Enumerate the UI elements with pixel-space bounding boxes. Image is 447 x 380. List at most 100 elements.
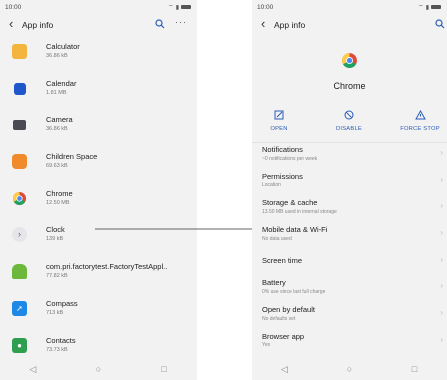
app-list-screen: 10:00 ⌔ ▮ ‹ App info ··· Calculator 36.8…: [0, 0, 197, 380]
setting-browser-app[interactable]: Browser app Yes ›: [252, 330, 447, 352]
page-title: App info: [274, 20, 306, 30]
app-name: Contacts: [46, 335, 76, 345]
nav-recent-icon[interactable]: □: [149, 364, 179, 374]
app-bar: ‹ App info ···: [0, 14, 197, 36]
app-size: 77.82 kB: [46, 273, 68, 280]
status-time: 10:00: [257, 4, 274, 11]
setting-notifications[interactable]: Notifications ~0 notifications per week …: [252, 143, 447, 165]
signal-icon: ▮: [425, 4, 429, 11]
app-name: Chrome: [333, 81, 366, 91]
force-stop-button[interactable]: FORCE STOP: [395, 109, 445, 132]
nav-home-icon[interactable]: ○: [335, 364, 365, 374]
setting-battery[interactable]: Battery 0% use since last full charge ›: [252, 276, 447, 298]
app-name: Clock: [46, 225, 65, 235]
app-name: Camera: [46, 115, 73, 125]
calendar-icon: [14, 82, 26, 95]
nav-recent-icon[interactable]: □: [400, 364, 430, 374]
app-row-compass[interactable]: ➚ Compass 713 kB: [0, 293, 197, 330]
setting-title: Storage & cache: [262, 198, 318, 208]
wifi-icon: ⌔: [418, 5, 424, 11]
status-icons: ⌔ ▮: [418, 3, 441, 11]
status-bar: 10:00 ⌔ ▮: [0, 0, 197, 14]
wifi-icon: ⌔: [168, 5, 174, 11]
chevron-right-icon: ›: [440, 334, 443, 344]
app-size: 73.73 kB: [46, 346, 68, 353]
app-size: 139 kB: [46, 236, 64, 243]
setting-open-by-default[interactable]: Open by default No defaults set ›: [252, 303, 447, 325]
setting-subtitle: Yes: [262, 342, 271, 349]
app-name: Chrome: [46, 188, 73, 198]
battery-icon: [431, 5, 441, 9]
clock-icon: ›: [12, 227, 27, 243]
signal-icon: ▮: [175, 4, 179, 11]
android-icon: [12, 264, 27, 280]
pointer-arrow: [95, 225, 265, 233]
setting-title: Notifications: [262, 145, 303, 154]
setting-title: Mobile data & Wi-Fi: [262, 225, 328, 235]
disable-label: DISABLE: [336, 126, 362, 132]
setting-subtitle: Location: [262, 182, 281, 189]
chevron-right-icon: ›: [440, 201, 443, 211]
open-button[interactable]: OPEN: [254, 110, 304, 132]
setting-title: Screen time: [262, 255, 303, 265]
chrome-icon: [12, 191, 27, 205]
setting-title: Battery: [262, 278, 286, 288]
search-icon[interactable]: [435, 19, 445, 29]
more-options-icon[interactable]: ···: [175, 17, 187, 27]
chevron-right-icon: ›: [440, 254, 443, 264]
compass-icon: ➚: [12, 300, 27, 316]
setting-storage[interactable]: Storage & cache 13.50 MB used in interna…: [252, 196, 447, 218]
force-stop-icon: [395, 109, 445, 123]
contacts-icon: ●: [12, 337, 27, 353]
app-row-chrome[interactable]: Chrome 12.50 MB: [0, 183, 197, 220]
setting-permissions[interactable]: Permissions Location ›: [252, 170, 447, 192]
app-row-factorytest[interactable]: com.pri.factorytest.FactoryTestAppl.. 77…: [0, 256, 197, 293]
back-arrow-icon[interactable]: ‹: [261, 17, 265, 30]
status-icons: ⌔ ▮: [168, 3, 191, 11]
app-size: 36.86 kB: [46, 53, 68, 59]
page-title: App info: [22, 20, 54, 30]
app-name: Children Space: [46, 152, 98, 162]
chevron-right-icon: ›: [440, 174, 443, 184]
disable-button[interactable]: DISABLE: [324, 110, 374, 132]
nav-back-icon[interactable]: ◁: [18, 364, 48, 375]
navigation-bar: ◁ ○ □: [0, 358, 197, 380]
back-arrow-icon[interactable]: ‹: [9, 17, 13, 30]
app-name: com.pri.factorytest.FactoryTestAppl..: [46, 262, 168, 272]
app-row-camera[interactable]: Camera 36.86 kB: [0, 109, 197, 146]
app-row-children-space[interactable]: Children Space 69.63 kB: [0, 146, 197, 183]
nav-home-icon[interactable]: ○: [83, 364, 113, 374]
setting-mobile-data[interactable]: Mobile data & Wi-Fi No data used ›: [252, 223, 447, 245]
setting-title: Permissions: [262, 171, 303, 181]
action-buttons: OPEN DISABLE FORCE STOP: [252, 104, 447, 143]
setting-subtitle: No defaults set: [262, 315, 296, 322]
setting-subtitle: 13.50 MB used in internal storage: [262, 208, 337, 215]
force-stop-label: FORCE STOP: [400, 126, 440, 132]
status-bar: 10:00 ⌔ ▮: [252, 0, 447, 14]
battery-icon: [181, 5, 191, 9]
status-time: 10:00: [5, 4, 22, 11]
calculator-icon: [12, 44, 27, 59]
chevron-right-icon: ›: [440, 308, 443, 318]
setting-subtitle: 0% use since last full charge: [262, 288, 326, 295]
navigation-bar: ◁ ○ □: [252, 358, 447, 380]
open-label: OPEN: [270, 126, 288, 132]
app-size: 69.63 kB: [46, 163, 68, 170]
app-size: 12.50 MB: [46, 199, 70, 206]
app-info-screen: 10:00 ⌔ ▮ ‹ App info Chrome OPEN DISABLE…: [252, 0, 447, 380]
app-row-calendar[interactable]: Calendar 1.81 MB: [0, 73, 197, 110]
app-size: 36.86 kB: [46, 126, 68, 133]
app-bar: ‹ App info: [252, 14, 447, 36]
setting-screen-time[interactable]: Screen time ›: [252, 250, 447, 272]
chevron-right-icon: ›: [440, 281, 443, 291]
children-space-icon: [12, 154, 27, 170]
setting-title: Open by default: [262, 305, 315, 315]
app-list: Calculator 36.86 kB Calendar 1.81 MB Cam…: [0, 36, 197, 366]
chevron-right-icon: ›: [440, 228, 443, 238]
chevron-right-icon: ›: [440, 148, 443, 157]
open-icon: [254, 110, 304, 123]
nav-back-icon[interactable]: ◁: [270, 364, 300, 375]
search-icon[interactable]: [155, 19, 165, 29]
setting-subtitle: No data used: [262, 235, 292, 242]
app-row-calculator[interactable]: Calculator 36.86 kB: [0, 36, 197, 73]
